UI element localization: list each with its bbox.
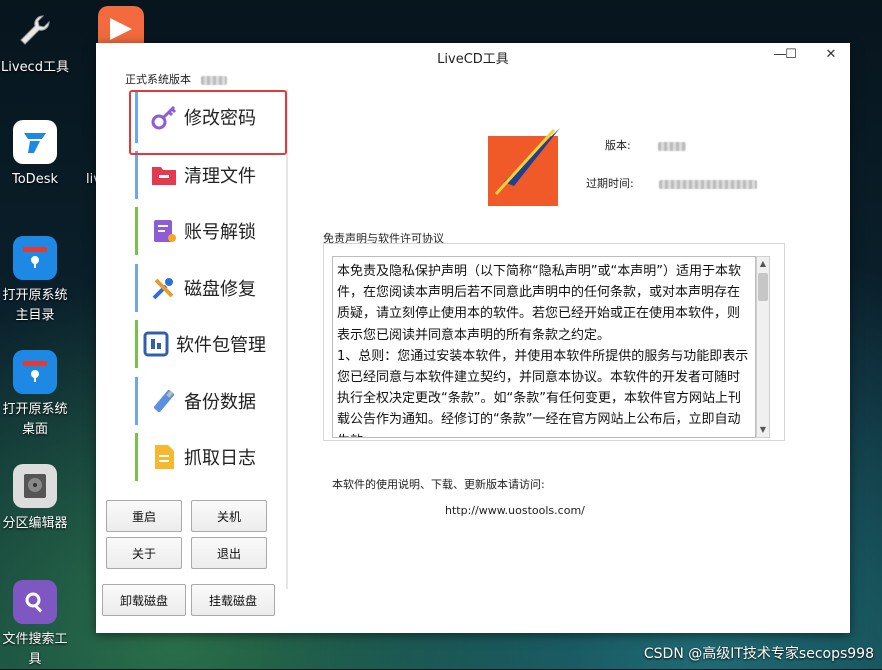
redacted-value [659,179,758,189]
unmount-disk-button[interactable]: 卸载磁盘 [102,584,186,616]
usb-backup-icon [150,387,178,415]
home-folder-icon [13,236,57,280]
scroll-up-arrow-icon[interactable]: ▲ [757,257,769,271]
desktop-folder-icon [13,350,57,394]
menu-item-clean-files[interactable]: 清理文件 [135,151,288,199]
desktop-icon-label: Livecd工具 [1,60,69,75]
exit-button[interactable]: 退出 [191,537,267,569]
expire-label: 过期时间: [586,177,634,190]
restart-button[interactable]: 重启 [106,500,182,532]
maximize-button[interactable]: ☐ [780,45,802,65]
menu-item-label: 磁盘修复 [184,279,256,300]
about-button[interactable]: 关于 [106,537,182,569]
redacted-value [658,141,687,151]
desktop-icon-open-home[interactable]: 打开原系统 主目录 [0,236,70,326]
titlebar[interactable]: LiveCD工具 — ☐ ✕ [96,43,850,69]
folder-clean-icon [150,161,178,189]
desktop-icon-label: 打开原系统 [2,402,68,417]
desktop-icon-file-search[interactable]: 文件搜索工 具 [0,580,70,670]
desktop-icon-label: 具 [28,652,42,667]
desktop-icon-label: 主目录 [15,308,55,323]
menu-item-backup-data[interactable]: 备份数据 [135,377,288,425]
version-label: 版本: [605,139,631,152]
redacted-value [200,75,227,85]
scroll-down-arrow-icon[interactable]: ▼ [757,423,769,437]
desktop-icon-partition-editor[interactable]: 分区编辑器 [0,464,70,534]
menu-item-label: 备份数据 [184,392,256,413]
website-link[interactable]: http://www.uostools.com/ [445,504,585,517]
livecd-tool-window: LiveCD工具 — ☐ ✕ 正式系统版本 修改密码 清理文件 账号解锁 磁盘修… [96,43,850,633]
desktop-icon-label: 分区编辑器 [2,516,68,531]
desktop-icon-todesk[interactable]: ToDesk [0,120,70,190]
desktop-icon-label: 打开原系统 [2,288,68,303]
account-unlock-icon [150,217,178,245]
mount-disk-button[interactable]: 挂载磁盘 [191,584,275,616]
disk-repair-icon [150,274,178,302]
scroll-thumb[interactable] [758,273,768,301]
license-text-area[interactable]: 本免责及隐私保护声明（以下简称“隐私声明”或“本声明”）适用于本软件，在您阅读本… [332,256,756,438]
close-button[interactable]: ✕ [820,45,842,65]
system-version-text: 正式系统版本 [125,73,191,86]
selected-highlight [129,90,287,155]
package-manager-icon [142,330,170,358]
window-title: LiveCD工具 [437,52,509,67]
todesk-icon [13,120,57,164]
shutdown-button[interactable]: 关机 [191,500,267,532]
wrench-icon [13,8,57,52]
system-version-label: 正式系统版本 [125,71,227,87]
watermark: CSDN @高级IT技术专家secops998 [643,646,874,662]
menu-item-label: 抓取日志 [184,448,256,469]
menu-item-package-manager[interactable]: 软件包管理 [135,320,288,368]
help-text: 本软件的使用说明、下载、更新版本请访问: [332,478,545,491]
desktop-icon-open-desktop[interactable]: 打开原系统 桌面 [0,350,70,440]
desktop-icon-label: 文件搜索工 [2,632,68,647]
desktop: { "desktop": { "icons": [ {"label_lines"… [0,0,882,669]
log-file-icon [150,443,178,471]
version-info: 版本: [605,137,687,153]
desktop-icon-label: 桌面 [21,422,48,437]
menu-item-account-unlock[interactable]: 账号解锁 [135,207,288,255]
menu-item-fetch-logs[interactable]: 抓取日志 [135,433,288,481]
license-textbox-frame: 本免责及隐私保护声明（以下简称“隐私声明”或“本声明”）适用于本软件，在您阅读本… [323,243,785,441]
menu-item-label: 软件包管理 [176,335,266,356]
app-logo [488,128,560,208]
license-text: 本免责及隐私保护声明（以下简称“隐私声明”或“本声明”）适用于本软件，在您阅读本… [337,264,749,437]
file-search-icon [13,580,57,624]
menu-item-label: 清理文件 [184,166,256,187]
disk-partition-icon [13,464,57,508]
desktop-icon-livecd-tool[interactable]: Livecd工具 [0,8,70,78]
menu-item-disk-repair[interactable]: 磁盘修复 [135,264,288,312]
expire-info: 过期时间: [586,175,758,191]
license-scrollbar[interactable]: ▲ ▼ [756,256,770,438]
menu-item-label: 账号解锁 [184,222,256,243]
desktop-icon-label: ToDesk [12,172,58,187]
